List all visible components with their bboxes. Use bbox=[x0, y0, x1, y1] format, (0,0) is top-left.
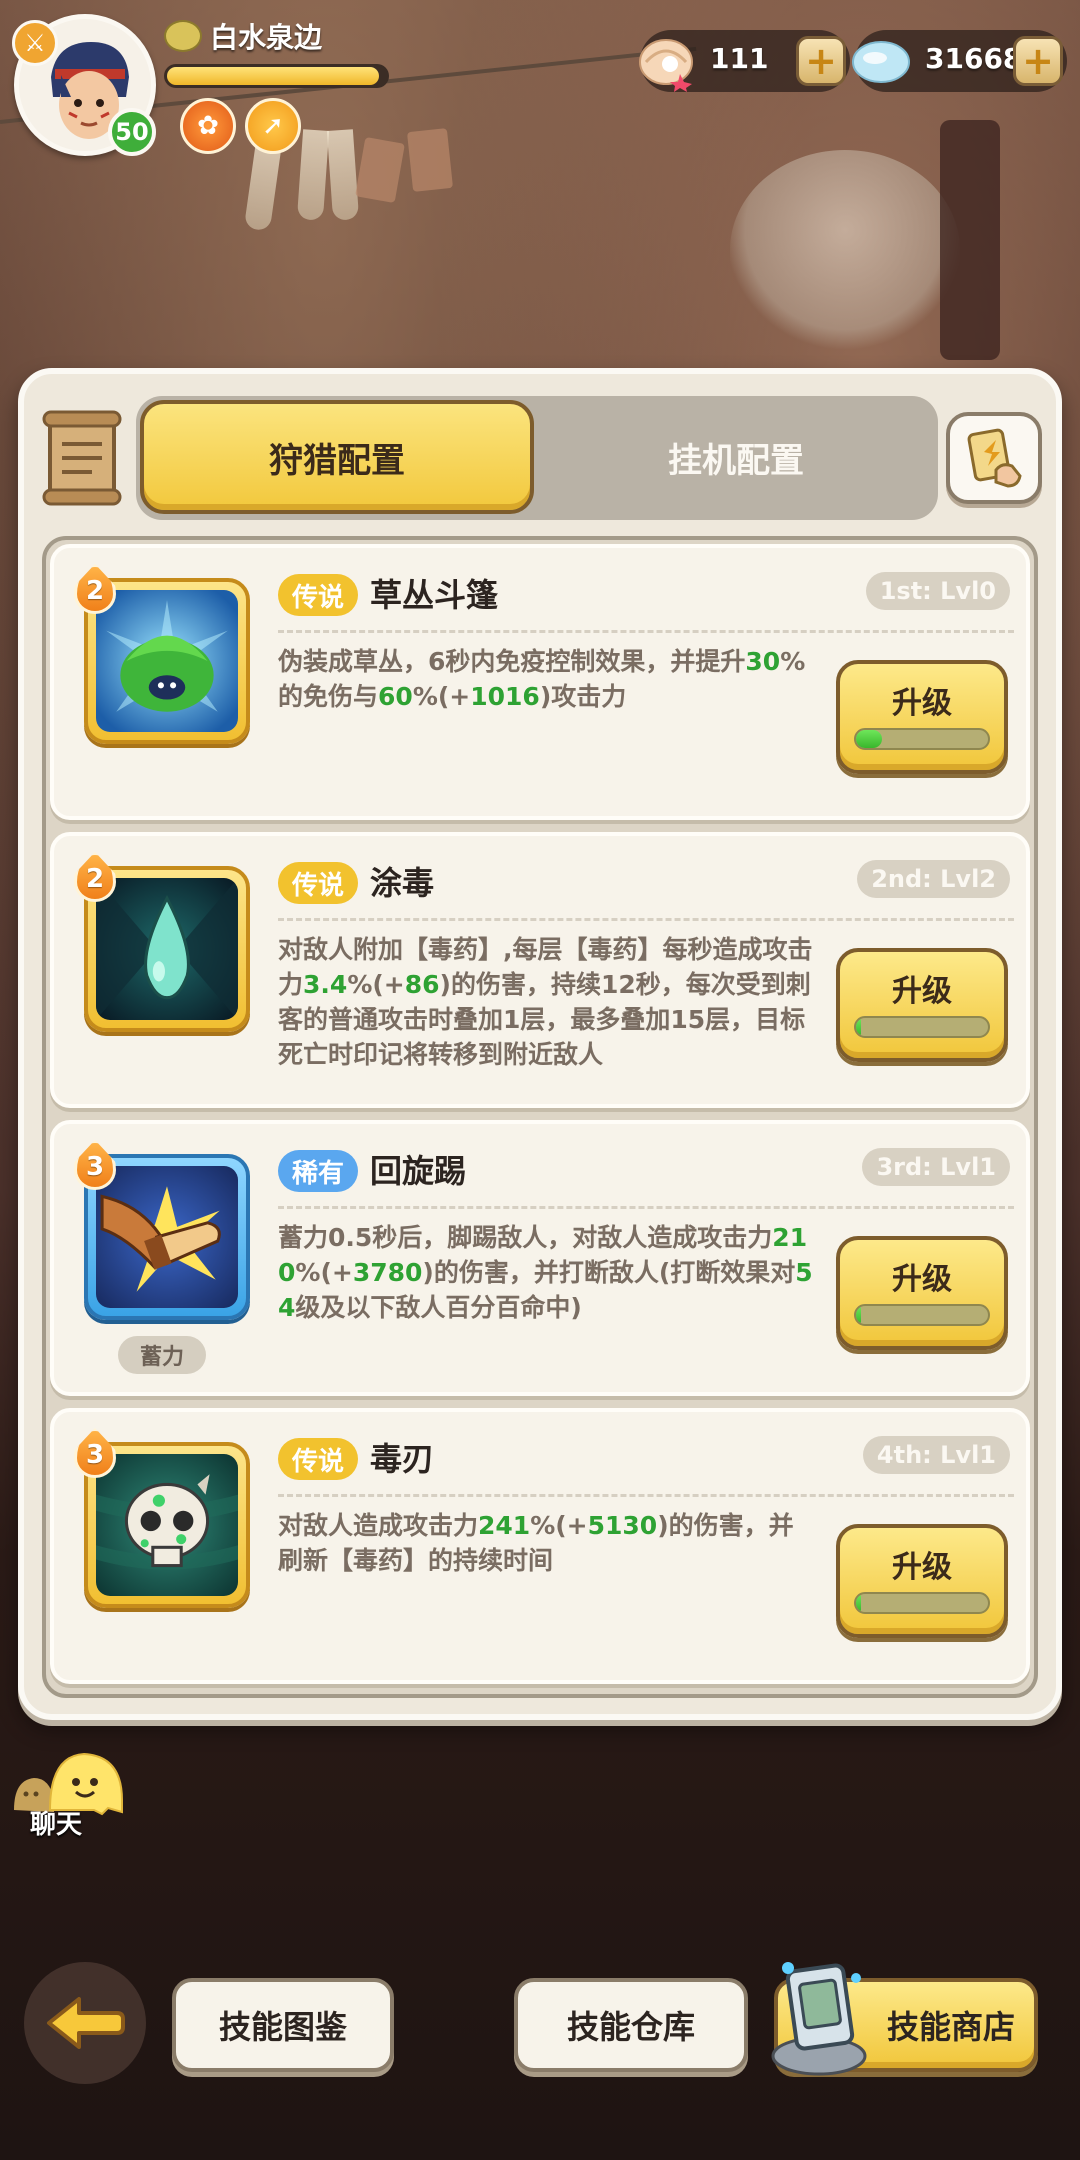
upgrade-progress-bar bbox=[854, 728, 990, 750]
shell-icon bbox=[639, 39, 693, 92]
upgrade-progress-fill bbox=[856, 1306, 862, 1324]
tab-hunt-config[interactable]: 狩猎配置 bbox=[140, 400, 534, 514]
chat-label: 聊天 bbox=[30, 1810, 83, 1840]
add-crystal-button[interactable]: + bbox=[1013, 36, 1063, 86]
bush-cloak-icon bbox=[96, 590, 238, 732]
shell-value: 111 bbox=[710, 42, 769, 75]
scroll-icon[interactable] bbox=[40, 410, 124, 506]
crossed-swords-icon: ⚔ bbox=[12, 20, 58, 66]
poison-blade-skull-icon bbox=[96, 1454, 238, 1596]
xp-bar-fill bbox=[167, 67, 380, 85]
skill-guide-button[interactable] bbox=[946, 412, 1042, 504]
upgrade-progress-bar bbox=[854, 1592, 990, 1614]
skill-description: 蓄力0.5秒后，脚踢敌人，对敌人造成攻击力210%(+3780)的伤害，并打断敌… bbox=[278, 1223, 813, 1322]
upgrade-button[interactable]: 升级 bbox=[836, 1524, 1008, 1638]
background-tag bbox=[406, 128, 454, 192]
charge-tag: 蓄力 bbox=[118, 1336, 206, 1374]
skill-slot-level: 4th: Lvl1 bbox=[862, 1436, 1010, 1474]
skill-card[interactable]: 2 传说 草丛斗篷 1st: Lvl0 伪装成草丛，6秒内免疫控制效果，并提升3… bbox=[50, 544, 1030, 820]
upgrade-progress-bar bbox=[854, 1016, 990, 1038]
divider bbox=[278, 918, 1014, 921]
upgrade-progress-bar bbox=[854, 1304, 990, 1326]
skill-name: 毒刃 bbox=[370, 1440, 435, 1478]
skill-name: 回旋踢 bbox=[370, 1152, 467, 1190]
skill-codex-button[interactable]: 技能图鉴 bbox=[172, 1978, 394, 2072]
skill-card[interactable]: 3 蓄力 稀有 回旋踢 3rd: Lvl1 蓄力0.5秒后，脚踢敌人，对敌人造成… bbox=[50, 1120, 1030, 1396]
background-fang bbox=[326, 129, 360, 221]
buff-paw-icon[interactable]: ✿ bbox=[180, 98, 236, 154]
player-name-row: 白水泉边 bbox=[164, 14, 322, 58]
rarity-badge: 传说 bbox=[278, 1438, 359, 1480]
crystal-icon bbox=[852, 41, 910, 83]
skill-card[interactable]: 3 传说 毒刃 4th: Lvl1 对敌人造成攻击力241%(+5130)的伤害… bbox=[50, 1408, 1030, 1684]
rarity-badge: 传说 bbox=[278, 574, 359, 616]
card-hand-icon bbox=[967, 428, 1022, 488]
player-level-badge: 50 bbox=[108, 108, 156, 156]
divider bbox=[278, 1494, 1014, 1497]
upgrade-progress-fill bbox=[856, 1018, 862, 1036]
skill-description: 伪装成草丛，6秒内免疫控制效果，并提升30%的免伤与60%(+1016)攻击力 bbox=[278, 647, 806, 711]
skill-name: 草丛斗篷 bbox=[370, 576, 499, 614]
skill-slot-level: 1st: Lvl0 bbox=[865, 572, 1010, 610]
crystal-currency: 31668 + bbox=[852, 30, 1067, 92]
skill-shop-label: 技能商店 bbox=[886, 2008, 1015, 2046]
buff-speed-icon[interactable]: ➚ bbox=[245, 98, 301, 154]
background-fang bbox=[296, 129, 330, 221]
upgrade-progress-fill bbox=[856, 1594, 862, 1612]
background-skull bbox=[730, 150, 960, 350]
skill-count-badge: 2 bbox=[74, 852, 116, 902]
background-pole bbox=[940, 120, 1000, 360]
skill-count-badge: 3 bbox=[74, 1428, 116, 1478]
poison-drop-icon bbox=[96, 878, 238, 1020]
upgrade-label: 升级 bbox=[892, 974, 952, 1009]
divider bbox=[278, 1206, 1014, 1209]
skill-count-badge: 3 bbox=[74, 1140, 116, 1190]
background-tag bbox=[355, 136, 405, 204]
spin-kick-icon bbox=[96, 1166, 238, 1308]
tab-idle-config[interactable]: 挂机配置 bbox=[538, 400, 934, 514]
skill-description: 对敌人附加【毒药】,每层【毒药】每秒造成攻击力3.4%(+86)的伤害，持续12… bbox=[278, 935, 813, 1069]
upgrade-button[interactable]: 升级 bbox=[836, 948, 1008, 1062]
skill-slot-level: 3rd: Lvl1 bbox=[862, 1148, 1010, 1186]
rarity-badge: 传说 bbox=[278, 862, 359, 904]
skill-count-badge: 2 bbox=[74, 564, 116, 614]
pet-icon bbox=[164, 20, 202, 52]
rarity-badge: 稀有 bbox=[278, 1150, 359, 1192]
player-name: 白水泉边 bbox=[210, 21, 323, 54]
back-arrow-icon bbox=[47, 1997, 125, 2049]
upgrade-label: 升级 bbox=[892, 686, 952, 721]
back-button[interactable] bbox=[24, 1962, 146, 2084]
skill-storage-button[interactable]: 技能仓库 bbox=[514, 1978, 748, 2072]
xp-bar bbox=[164, 64, 389, 88]
skill-shop-icon bbox=[771, 1962, 867, 2076]
skill-shop-button[interactable]: 技能商店 bbox=[771, 1962, 1038, 2076]
upgrade-label: 升级 bbox=[892, 1550, 952, 1585]
skill-slot-level: 2nd: Lvl2 bbox=[857, 860, 1010, 898]
config-tabs: 狩猎配置 挂机配置 bbox=[136, 396, 938, 520]
divider bbox=[278, 630, 1014, 633]
crystal-value: 31668 bbox=[925, 42, 1023, 75]
upgrade-progress-fill bbox=[856, 730, 883, 748]
upgrade-button[interactable]: 升级 bbox=[836, 1236, 1008, 1350]
upgrade-button[interactable]: 升级 bbox=[836, 660, 1008, 774]
chat-button[interactable]: 聊天 bbox=[10, 1740, 130, 1840]
skill-name: 涂毒 bbox=[370, 864, 435, 902]
add-shell-button[interactable]: + bbox=[796, 36, 846, 86]
upgrade-label: 升级 bbox=[892, 1262, 952, 1297]
shell-currency: 111 + bbox=[639, 30, 850, 92]
skill-card[interactable]: 2 传说 涂毒 2nd: Lvl2 对敌人附加【毒药】,每层【毒药】每秒造成攻击… bbox=[50, 832, 1030, 1108]
skill-description: 对敌人造成攻击力241%(+5130)的伤害，并刷新【毒药】的持续时间 bbox=[278, 1511, 794, 1575]
